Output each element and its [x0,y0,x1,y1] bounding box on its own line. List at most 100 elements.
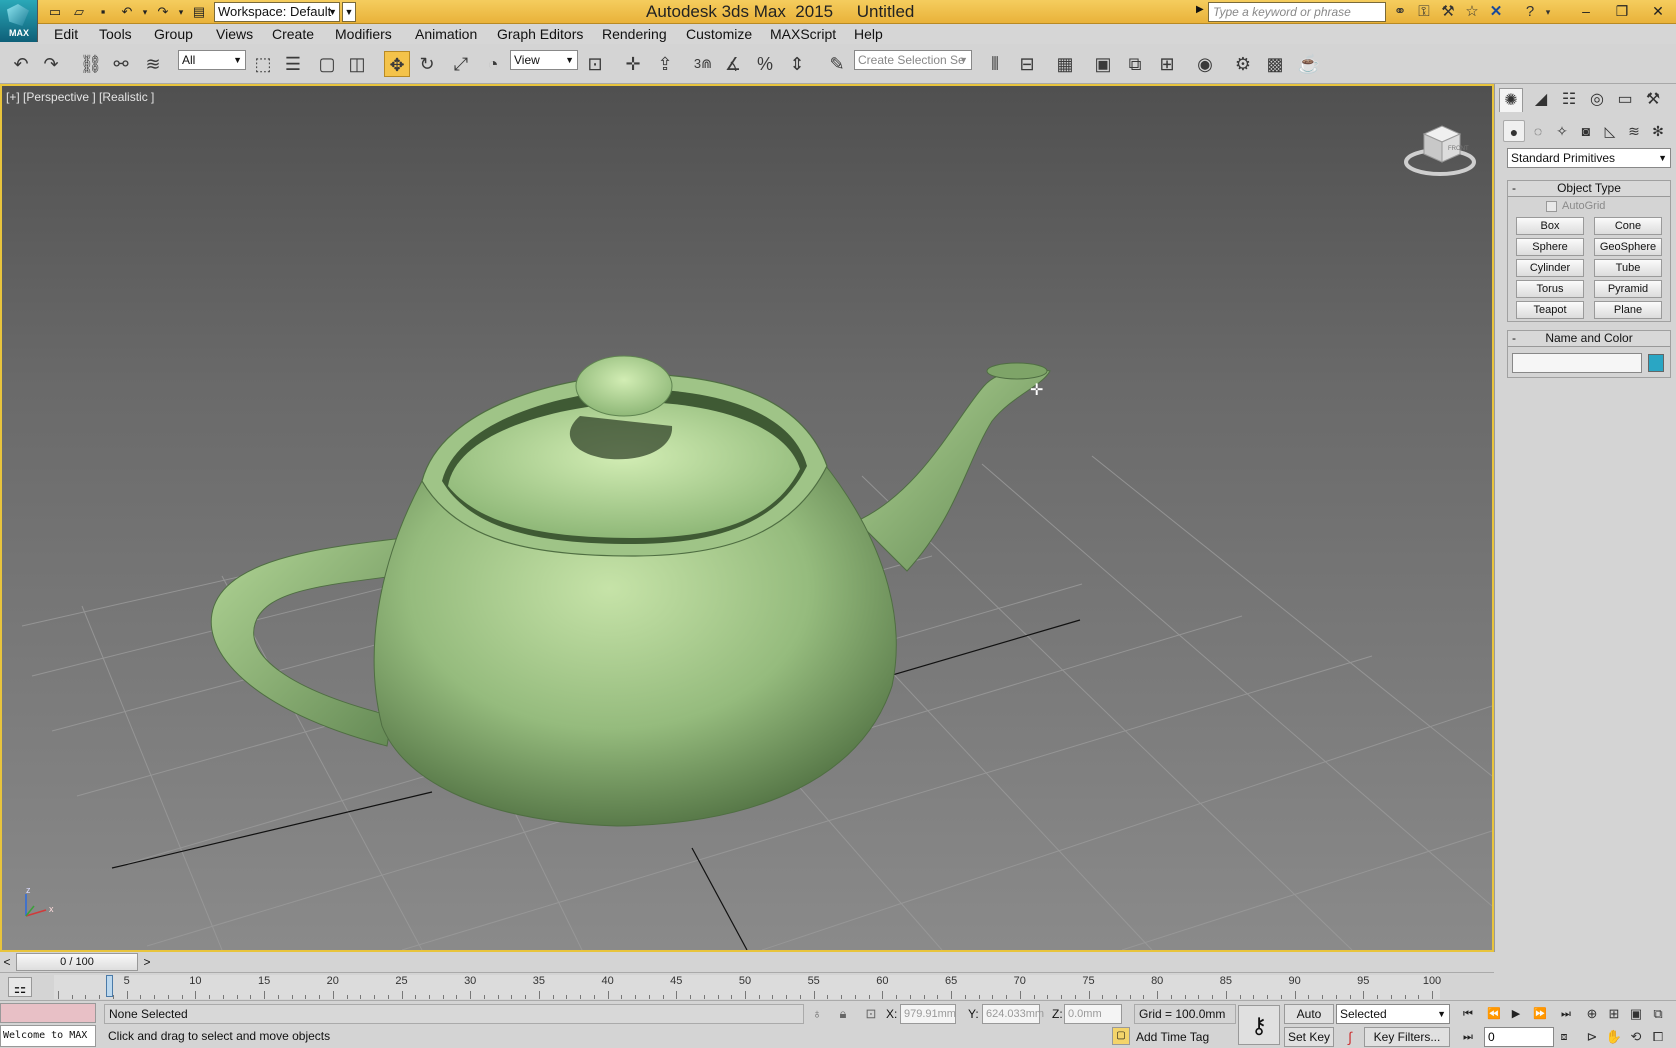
tab-modify[interactable]: ◢ [1529,88,1553,112]
menu-tools[interactable]: Tools [99,26,132,42]
zoom-extents-icon[interactable]: ▣ [1626,1004,1646,1024]
binoculars-icon[interactable]: ⚭ [1390,2,1410,22]
menu-graph-editors[interactable]: Graph Editors [497,26,583,42]
favorites-star-icon[interactable]: ☆ [1462,2,1482,22]
current-frame-field[interactable] [1484,1027,1554,1047]
help-dropdown-icon[interactable]: ▾ [1538,2,1558,22]
render-setup-icon[interactable]: ⚙ [1230,51,1256,77]
zoom-icon[interactable]: ⊕ [1582,1004,1602,1024]
percent-snap-icon[interactable]: % [752,51,778,77]
tab-motion[interactable]: ◎ [1585,88,1609,112]
torus-button[interactable]: Torus [1516,280,1584,298]
redo-icon[interactable]: ↷ [154,3,172,21]
cylinder-button[interactable]: Cylinder [1516,259,1584,277]
menu-maxscript[interactable]: MAXScript [770,26,836,42]
communication-center-icon[interactable]: ⚒ [1438,2,1458,22]
menu-create[interactable]: Create [272,26,314,42]
material-editor-icon[interactable]: ◉ [1192,51,1218,77]
scene-explorer-icon[interactable]: ▣ [1090,51,1116,77]
pyramid-button[interactable]: Pyramid [1594,280,1662,298]
redo-dropdown-icon[interactable]: ▾ [172,3,190,21]
cone-button[interactable]: Cone [1594,217,1662,235]
menu-modifiers[interactable]: Modifiers [335,26,392,42]
time-slider-thumb[interactable]: 0 / 100 [16,953,138,971]
autogrid-checkbox[interactable] [1546,201,1557,212]
bind-to-space-warp-icon[interactable]: ≋ [140,51,166,77]
select-object-icon[interactable]: ⬚ [250,51,276,77]
name-and-color-header[interactable]: - Name and Color [1508,331,1670,347]
object-name-input[interactable] [1512,353,1642,373]
curve-editor-icon[interactable]: ⧉ [1122,51,1148,77]
time-slider[interactable]: < 0 / 100 > [0,952,1494,972]
workspace-dropdown[interactable]: Workspace: Default ▼ [214,2,340,22]
tab-hierarchy[interactable]: ☷ [1557,88,1581,112]
layer-manager-icon[interactable]: ▦ [1052,51,1078,77]
undo-icon[interactable]: ↶ [8,51,34,77]
current-frame-marker[interactable] [106,975,113,997]
mirror-icon[interactable]: ⫴ [982,51,1008,77]
box-button[interactable]: Box [1516,217,1584,235]
systems-icon[interactable]: ✻ [1647,120,1669,142]
select-by-name-icon[interactable]: ☰ [280,51,306,77]
menu-help[interactable]: Help [854,26,883,42]
open-file-icon[interactable]: ▱ [70,3,88,21]
go-to-start-icon[interactable]: ⏮ [1458,1004,1478,1024]
primitive-category-dropdown[interactable]: Standard Primitives ▼ [1507,148,1671,168]
new-file-icon[interactable]: ▭ [46,3,64,21]
orbit-icon[interactable]: ⟲ [1626,1027,1646,1047]
unlink-selection-icon[interactable]: ⚯ [108,51,134,77]
object-color-swatch[interactable] [1648,354,1664,372]
auto-key-button[interactable]: Auto Key [1284,1004,1334,1039]
app-logo-button[interactable]: MAX [0,0,38,42]
undo-icon[interactable]: ↶ [118,3,136,21]
spinner-snap-icon[interactable]: ⇕ [784,51,810,77]
snaps-toggle-icon[interactable]: 3⋒ [690,51,716,77]
time-configuration-icon[interactable]: ⧈ [1554,1027,1574,1047]
next-frame-icon[interactable]: ⏩ [1530,1004,1550,1024]
exchange-apps-icon[interactable]: ✕ [1486,2,1506,22]
object-type-header[interactable]: - Object Type [1508,181,1670,197]
default-tangents-icon[interactable]: ∫ [1340,1027,1360,1047]
menu-group[interactable]: Group [154,26,193,42]
zoom-extents-all-icon[interactable]: ⧉ [1648,1004,1668,1024]
maximize-button[interactable]: ❐ [1604,0,1640,22]
minimize-button[interactable]: – [1568,0,1604,22]
schematic-view-icon[interactable]: ⊞ [1154,51,1180,77]
rectangular-selection-icon[interactable]: ▢ [314,51,340,77]
reference-coordinate-dropdown[interactable]: View ▼ [510,50,578,70]
perspective-viewport[interactable]: [+] [Perspective ] [Realistic ] FRONT z … [0,84,1494,952]
shapes-icon[interactable]: ◌ [1527,120,1549,142]
pan-view-icon[interactable]: ✋ [1604,1027,1624,1047]
undo-dropdown-icon[interactable]: ▾ [136,3,154,21]
help-icon[interactable]: ? [1520,2,1540,22]
selection-filter-dropdown[interactable]: All ▼ [178,50,246,70]
previous-frame-icon[interactable]: ⏪ [1484,1004,1504,1024]
mini-curve-editor-icon[interactable]: ⚏ [8,977,32,997]
render-production-icon[interactable]: ☕ [1296,51,1322,77]
maximize-viewport-icon[interactable]: ⧠ [1648,1027,1668,1047]
search-expand-icon[interactable]: ▶ [1196,4,1204,15]
previous-frame-arrow[interactable]: < [0,953,14,971]
plane-button[interactable]: Plane [1594,301,1662,319]
geosphere-button[interactable]: GeoSphere [1594,238,1662,256]
project-folder-icon[interactable]: ▤ [190,3,208,21]
pivot-center-icon[interactable]: ⊡ [582,51,608,77]
align-icon[interactable]: ⊟ [1014,51,1040,77]
cameras-icon[interactable]: ◙ [1575,120,1597,142]
z-coordinate-field[interactable]: 0.0mm [1064,1004,1122,1024]
named-selection-set-dropdown[interactable]: Create Selection Se ▼ [854,50,972,70]
add-time-tag-button[interactable]: Add Time Tag [1136,1030,1209,1044]
tab-utilities[interactable]: ⚒ [1641,88,1665,112]
y-coordinate-field[interactable]: 624.033mm [982,1004,1044,1024]
menu-customize[interactable]: Customize [686,26,752,42]
select-and-scale-icon[interactable]: ⤢ [448,51,474,77]
tab-create[interactable]: ✺ [1499,88,1523,112]
key-filters-button[interactable]: Key Filters... [1364,1027,1450,1047]
tab-display[interactable]: ▭ [1613,88,1637,112]
viewcube[interactable]: FRONT [1402,116,1478,180]
frame-ruler[interactable]: 5 10 15 20 25 30 35 40 45 50 55 60 65 70 75 80 85 90 95 100 [54,975,1441,999]
space-warps-icon[interactable]: ≋ [1623,120,1645,142]
lights-icon[interactable]: ✧ [1551,120,1573,142]
select-and-place-icon[interactable]: ◔ [480,51,506,77]
absolute-mode-icon[interactable]: ⊡ [862,1005,880,1023]
